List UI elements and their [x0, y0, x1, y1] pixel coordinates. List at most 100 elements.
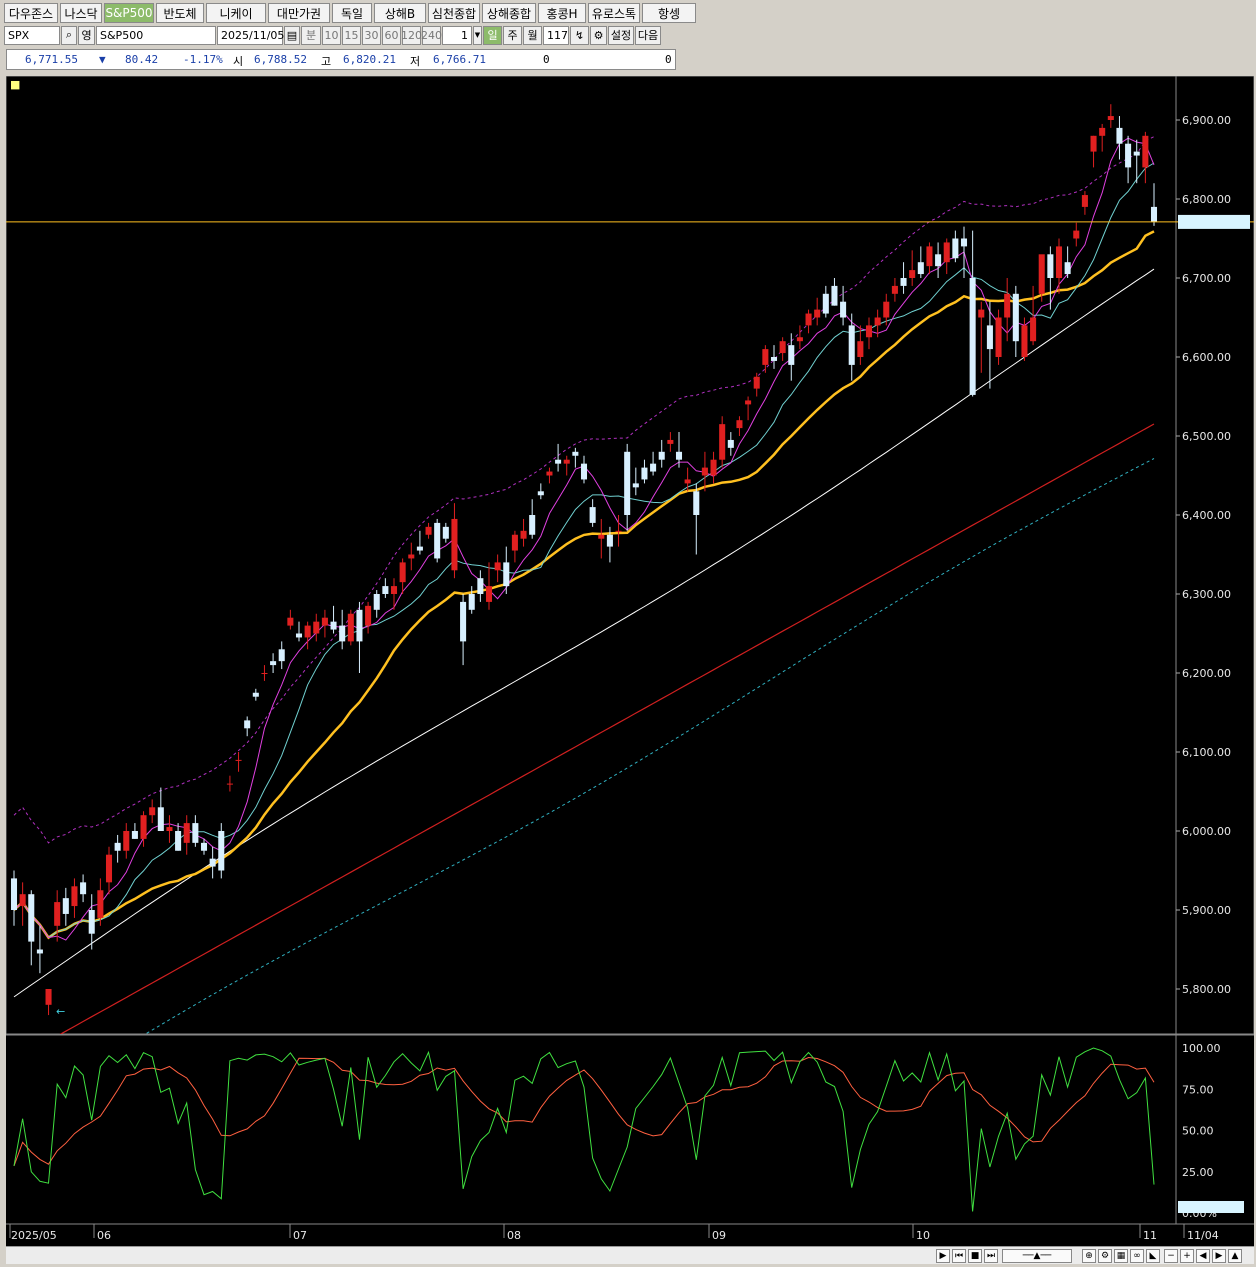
amount-value: 0: [665, 53, 672, 66]
candle-body: [848, 325, 855, 365]
link-icon[interactable]: ∞: [1130, 1249, 1144, 1263]
daily-button[interactable]: 일: [483, 25, 502, 45]
candle-body: [572, 451, 579, 456]
tab-9[interactable]: 상해종합: [482, 3, 536, 23]
candle-body: [468, 594, 475, 610]
candle-body: [321, 617, 328, 626]
tab-7[interactable]: 상해B: [374, 3, 426, 23]
tab-12[interactable]: 항셍: [642, 3, 696, 23]
period-button-4[interactable]: 60: [382, 25, 401, 45]
monthly-button[interactable]: 월: [523, 25, 542, 45]
down-arrow-icon: ▼: [99, 53, 106, 66]
candle-body: [900, 278, 907, 286]
collapse-icon[interactable]: ▲: [1228, 1249, 1242, 1263]
candle-body: [1081, 195, 1088, 207]
candle-body: [917, 262, 924, 275]
tab-5[interactable]: 대만가권: [268, 3, 330, 23]
tab-8[interactable]: 심천종합: [428, 3, 480, 23]
period-button-1[interactable]: 10: [322, 25, 341, 45]
y-tick-label: 6,700.00: [1182, 272, 1231, 285]
language-toggle[interactable]: 영: [78, 25, 95, 45]
candle-body: [831, 285, 838, 306]
grid-icon[interactable]: ▦: [1114, 1249, 1128, 1263]
candle-body: [416, 546, 423, 551]
candle-body: [1055, 246, 1063, 278]
y-tick-label: 5,800.00: [1182, 983, 1231, 996]
weekly-button[interactable]: 주: [503, 25, 522, 45]
bar-count-input[interactable]: 117: [543, 25, 569, 45]
candle-body: [1090, 135, 1097, 152]
crosshair-icon[interactable]: ⊕: [1082, 1249, 1096, 1263]
candle-body: [218, 831, 225, 871]
symbol-code-input[interactable]: SPX: [4, 25, 60, 45]
candle-body: [373, 594, 380, 610]
candle-body: [865, 325, 873, 338]
tab-4[interactable]: 니케이: [206, 3, 266, 23]
candle-body: [494, 562, 501, 571]
search-icon[interactable]: ⌕: [61, 25, 77, 45]
gear-icon[interactable]: ⚙: [590, 25, 607, 45]
candle-body: [978, 309, 985, 318]
scroll-right2-icon[interactable]: ▶: [1212, 1249, 1226, 1263]
date-input[interactable]: 2025/11/05: [217, 25, 284, 45]
candle-body: [537, 491, 544, 496]
tab-2[interactable]: S&P500: [104, 3, 154, 23]
calendar-icon[interactable]: ▤: [284, 25, 300, 45]
stop-icon[interactable]: ■: [968, 1249, 982, 1263]
chart-scrollbar[interactable]: ▶ ⏮ ■ ⏭ ──▲── ⊕ ⚙ ▦ ∞ ◣ − + ◀ ▶ ▲: [6, 1246, 1254, 1264]
candle-body: [727, 439, 734, 448]
zoom-in-icon[interactable]: +: [1180, 1249, 1194, 1263]
y-tick-label: 6,100.00: [1182, 746, 1231, 759]
period-button-0[interactable]: 분: [301, 25, 321, 45]
chart-canvas[interactable]: 6,900.00 6,800.00 6,700.00 6,600.00 6,500.00…: [6, 76, 1254, 1246]
settings-small-icon[interactable]: ⚙: [1098, 1249, 1112, 1263]
candle-body: [658, 451, 665, 460]
tab-10[interactable]: 홍콩H: [538, 3, 586, 23]
candle-body: [606, 534, 613, 547]
candle-body: [943, 242, 950, 263]
candle-body: [520, 530, 527, 539]
chart-type-icon[interactable]: ◣: [1146, 1249, 1160, 1263]
candle-body: [736, 420, 743, 429]
period-button-5[interactable]: 120: [401, 25, 422, 45]
candle-body: [295, 633, 303, 638]
settings-button[interactable]: 설정: [608, 25, 634, 45]
tab-0[interactable]: 다우존스: [4, 3, 58, 23]
zoom-slider[interactable]: ──▲──: [1002, 1249, 1072, 1263]
candle-body: [123, 831, 130, 851]
candle-body: [45, 989, 52, 1005]
x-tick-label: 10: [916, 1229, 930, 1242]
y-tick-label: 6,500.00: [1182, 430, 1231, 443]
tab-3[interactable]: 반도체: [156, 3, 204, 23]
zoom-out-icon[interactable]: −: [1164, 1249, 1178, 1263]
period-unit-input[interactable]: 1: [442, 25, 472, 45]
candle-body: [1099, 127, 1106, 136]
candle-body: [149, 807, 156, 816]
scroll-last-icon[interactable]: ⏭: [984, 1249, 998, 1263]
scroll-right-icon[interactable]: ▶: [936, 1249, 950, 1263]
candle-body: [822, 293, 829, 314]
candle-body: [1107, 116, 1114, 120]
candle-body: [140, 815, 147, 839]
tab-6[interactable]: 독일: [332, 3, 372, 23]
y-tick-label: 6,400.00: [1182, 509, 1231, 522]
period-button-3[interactable]: 30: [362, 25, 381, 45]
scroll-left-icon[interactable]: ◀: [1196, 1249, 1210, 1263]
ma60-line: [13, 268, 1155, 998]
tab-11[interactable]: 유로스톡: [588, 3, 640, 23]
tools-icon[interactable]: ↯: [570, 25, 589, 45]
tab-1[interactable]: 나스닥: [60, 3, 102, 23]
candle-body: [209, 858, 216, 867]
next-button[interactable]: 다음: [635, 25, 661, 45]
candle-body: [650, 463, 657, 472]
candle-body: [701, 467, 708, 476]
price-chart[interactable]: 6,900.00 6,800.00 6,700.00 6,600.00 6,500.00…: [6, 76, 1254, 1246]
period-button-2[interactable]: 15: [342, 25, 361, 45]
candle-body: [330, 621, 337, 630]
unit-dropdown-icon[interactable]: ▼: [473, 25, 482, 45]
scroll-first-icon[interactable]: ⏮: [952, 1249, 966, 1263]
period-button-6[interactable]: 240: [421, 25, 442, 45]
candle-body: [503, 562, 510, 587]
candle-body: [909, 270, 916, 278]
high-price: 6,820.21: [343, 53, 396, 66]
